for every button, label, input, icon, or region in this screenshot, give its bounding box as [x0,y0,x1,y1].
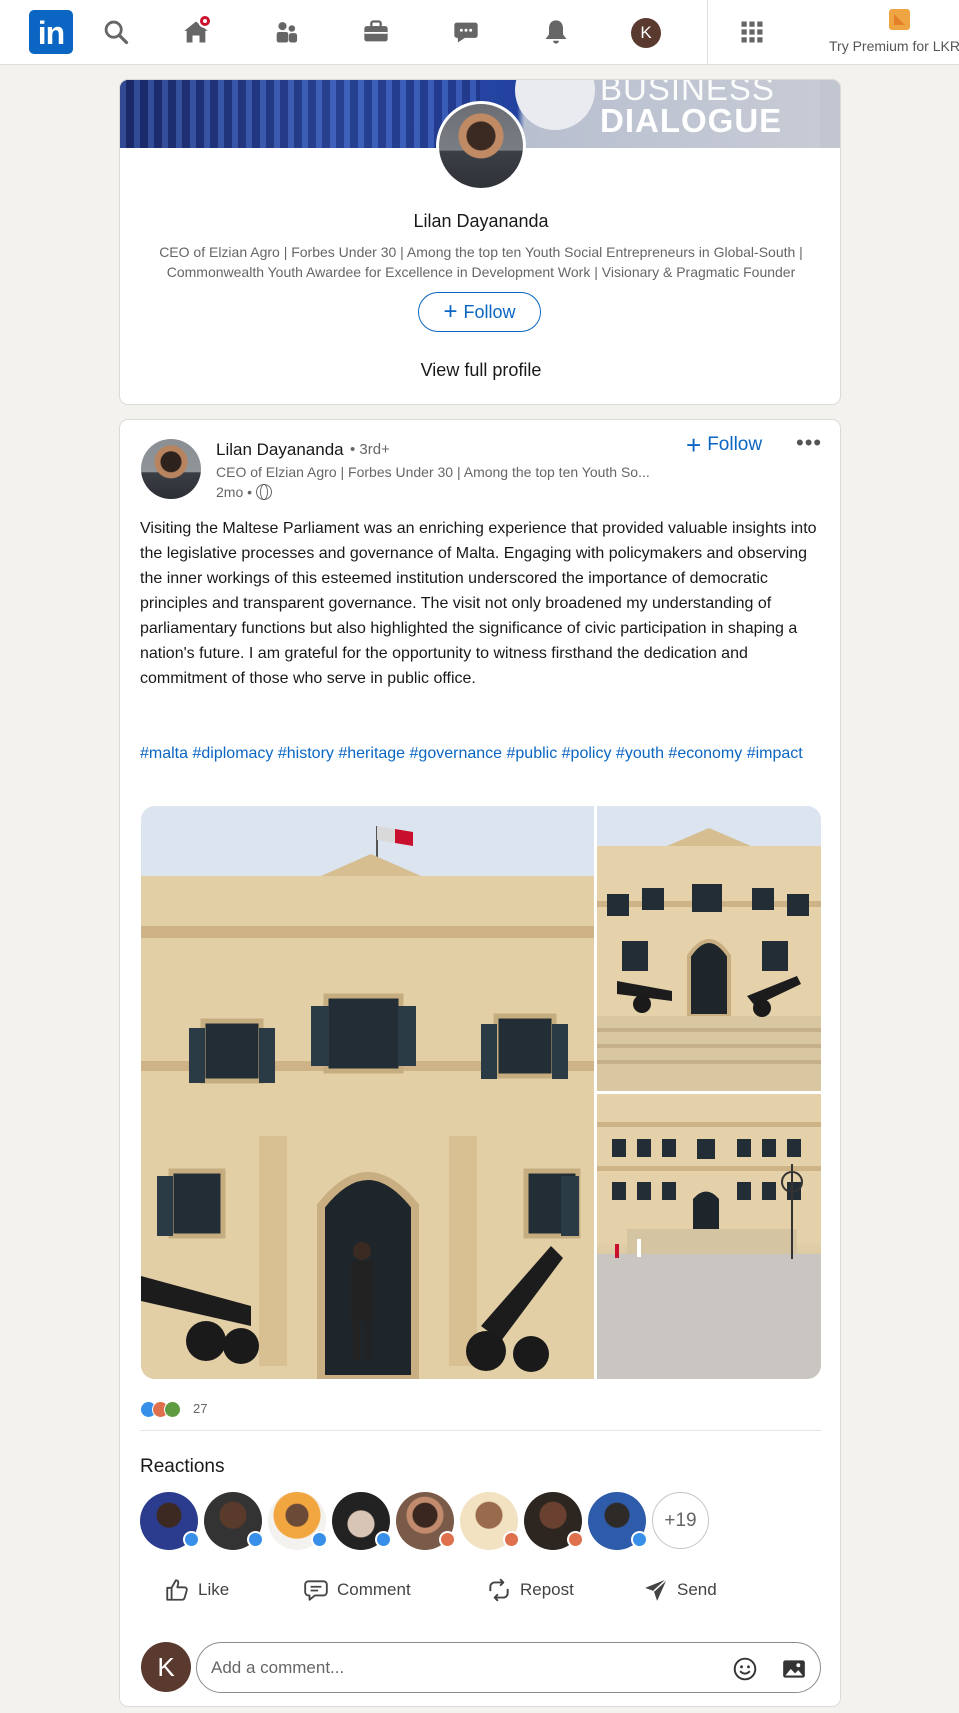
like-badge-icon [375,1531,392,1548]
insightful-reaction-icon [164,1401,181,1418]
like-badge-icon [311,1531,328,1548]
like-badge-icon [183,1531,200,1548]
thumbs-up-icon [166,1579,188,1601]
comment-label: Comment [337,1580,411,1599]
post-image-2[interactable] [597,806,821,1091]
my-network-icon[interactable] [268,14,304,50]
repost-button[interactable]: Repost [486,1570,574,1610]
profile-name[interactable]: Lilan Dayananda [120,211,840,232]
emoji-icon[interactable] [732,1656,758,1682]
linkedin-logo[interactable]: in [29,10,73,54]
globe-icon [256,484,273,500]
author-headline: CEO of Elzian Agro | Forbes Under 30 | A… [216,464,650,480]
divider [140,1430,821,1431]
search-icon[interactable] [98,14,134,50]
author-avatar[interactable] [141,439,201,499]
hashtag-link[interactable]: #youth [616,745,664,762]
profile-photo[interactable] [436,101,526,191]
reactor-avatar[interactable] [396,1492,456,1550]
post-body: Visiting the Maltese Parliament was an e… [140,520,817,687]
connection-degree: • 3rd+ [350,441,390,458]
post-follow-button[interactable]: + Follow [686,430,763,460]
reactions-heading: Reactions [140,1456,225,1477]
like-label: Like [198,1580,230,1599]
plus-icon: + [686,430,702,460]
send-icon [645,1578,668,1601]
love-badge-icon [503,1531,520,1548]
reactor-avatar[interactable] [204,1492,264,1550]
author-name[interactable]: Lilan Dayananda [216,440,344,460]
banner-text-line2: DIALOGUE [600,102,783,139]
reaction-icons[interactable] [140,1401,181,1418]
post-timestamp: 2mo • [216,484,273,500]
send-label: Send [677,1580,717,1599]
post-time-label: 2mo • [216,484,253,500]
follow-label: Follow [707,434,763,455]
comment-icon [304,1580,328,1601]
home-icon[interactable] [178,14,214,50]
hashtag-link[interactable]: #economy [668,745,742,762]
love-badge-icon [439,1531,456,1548]
notification-dot [198,14,212,28]
comment-input[interactable]: Add a comment... [196,1642,821,1693]
love-badge-icon [567,1531,584,1548]
reactor-avatar[interactable] [524,1492,584,1550]
send-button[interactable]: Send [643,1570,717,1610]
post-image-main[interactable] [141,806,594,1379]
post-hashtags: #malta #diplomacy #history #heritage #go… [140,741,820,766]
post-image-3[interactable] [597,1094,821,1379]
commenter-avatar: K [141,1642,191,1692]
more-options-icon[interactable]: ••• [796,430,822,456]
hashtag-link[interactable]: #policy [562,745,612,762]
post-card: Lilan Dayananda • 3rd+ CEO of Elzian Agr… [119,419,841,1707]
premium-icon[interactable] [889,9,910,30]
comment-placeholder: Add a comment... [211,1658,345,1677]
like-badge-icon [247,1531,264,1548]
jobs-icon[interactable] [358,14,394,50]
messaging-icon[interactable] [448,14,484,50]
more-reactors-button[interactable]: +19 [652,1492,709,1549]
reactor-avatar[interactable] [588,1492,648,1550]
top-nav: in K Try Premium for LKR [0,0,959,65]
reactors-row: +19 [140,1492,740,1552]
repost-icon [489,1578,509,1602]
view-full-profile-link[interactable]: View full profile [120,360,840,381]
plus-icon: + [443,298,458,325]
nav-divider [707,0,708,65]
apps-grid-icon[interactable] [734,14,770,50]
reactor-avatar[interactable] [268,1492,328,1550]
image-icon[interactable] [781,1656,807,1682]
hashtag-link[interactable]: #governance [410,745,503,762]
hashtag-link[interactable]: #heritage [338,745,405,762]
hashtag-link[interactable]: #public [507,745,558,762]
reaction-count[interactable]: 27 [193,1401,207,1416]
reactor-avatar[interactable] [332,1492,392,1550]
repost-label: Repost [520,1580,574,1599]
like-badge-icon [631,1531,648,1548]
profile-follow-button[interactable]: + Follow [418,292,541,332]
reactor-avatar[interactable] [460,1492,520,1550]
profile-card: BUSINESS DIALOGUE Lilan Dayananda CEO of… [119,79,841,405]
reactor-avatar[interactable] [140,1492,200,1550]
me-avatar[interactable]: K [631,18,661,48]
follow-label: Follow [463,301,516,322]
comment-button[interactable]: Comment [303,1570,411,1610]
notifications-icon[interactable] [538,14,574,50]
hashtag-link[interactable]: #diplomacy [192,745,273,762]
hashtag-link[interactable]: #history [278,745,334,762]
action-bar: Like Comment Repost Send [120,1570,840,1610]
hashtag-link[interactable]: #malta [140,745,188,762]
hashtag-link[interactable]: #impact [747,745,803,762]
like-button[interactable]: Like [164,1570,229,1610]
premium-link[interactable]: Try Premium for LKR [829,38,959,54]
profile-headline: CEO of Elzian Agro | Forbes Under 30 | A… [159,244,803,280]
